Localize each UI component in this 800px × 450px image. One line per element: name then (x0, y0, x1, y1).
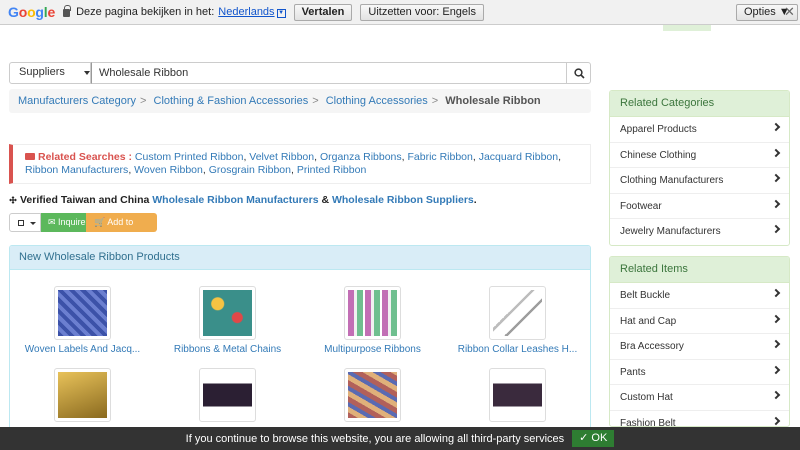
product-thumbnail[interactable] (199, 286, 256, 340)
language-select[interactable]: Nederlands (218, 6, 274, 18)
related-items-panel: Related Items Belt Buckle Hat and Cap Br… (609, 256, 790, 427)
chevron-right-icon (771, 148, 781, 157)
verified-suppliers-line: Verified Taiwan and China Wholesale Ribb… (9, 194, 477, 206)
chevron-right-icon (771, 365, 781, 374)
breadcrumb-current: Wholesale Ribbon (445, 95, 541, 107)
related-search-link[interactable]: Custom Printed Ribbon (135, 151, 244, 163)
product-thumbnail[interactable] (489, 368, 546, 422)
chevron-down-icon (84, 71, 90, 75)
search-input[interactable] (91, 62, 567, 84)
product-name[interactable]: Ribbons & Metal Chains (155, 344, 300, 355)
select-all-dropdown[interactable] (9, 213, 41, 232)
cookie-ok-button[interactable]: ✓ OK (572, 430, 615, 447)
sidebar-item-jewelry-manufacturers[interactable]: Jewelry Manufacturers (610, 219, 789, 245)
product-name[interactable]: Woven Labels And Jacq... (10, 344, 155, 355)
related-categories-panel: Related Categories Apparel Products Chin… (609, 90, 790, 246)
translate-bar: Google Deze pagina bekijken in het: Nede… (0, 0, 800, 25)
add-to-basket-button[interactable]: 🛒 Add to Basket (86, 213, 157, 246)
related-search-link[interactable]: Jacquard Ribbon (479, 151, 558, 163)
related-search-link[interactable]: Grosgrain Ribbon (209, 164, 291, 176)
product-name[interactable]: Multipurpose Ribbons (300, 344, 445, 355)
folder-open-icon (25, 153, 35, 160)
cookie-message: If you continue to browse this website, … (185, 432, 565, 445)
products-panel-title: New Wholesale Ribbon Products (10, 246, 590, 270)
chevron-right-icon (771, 122, 781, 132)
sidebar-item-clothing-manufacturers[interactable]: Clothing Manufacturers (610, 168, 789, 194)
breadcrumb-link[interactable]: Clothing & Fashion Accessories (154, 95, 309, 107)
search-icon (574, 68, 585, 79)
product-card[interactable] (10, 368, 155, 422)
related-search-link[interactable]: Ribbon Manufacturers (25, 164, 128, 176)
translate-button[interactable]: Vertalen (293, 3, 353, 21)
lock-icon (63, 5, 72, 17)
translate-prompt: Deze pagina bekijken in het: (76, 6, 215, 18)
product-thumbnail[interactable] (344, 368, 401, 422)
sidebar-item-footwear[interactable]: Footwear (610, 194, 789, 219)
suppliers-link[interactable]: Wholesale Ribbon Suppliers (332, 194, 474, 206)
related-search-link[interactable]: Woven Ribbon (134, 164, 203, 176)
breadcrumb-link[interactable]: Manufacturers Category (18, 95, 136, 107)
related-search-link[interactable]: Printed Ribbon (297, 164, 366, 176)
chevron-right-icon (771, 199, 781, 208)
breadcrumb-link[interactable]: Clothing Accessories (326, 95, 428, 107)
sidebar-item-bra-accessory[interactable]: Bra Accessory (610, 334, 789, 360)
chevron-right-icon (771, 339, 781, 349)
nav-accent (663, 25, 711, 31)
inquire-button[interactable]: ✉ Inquire (41, 213, 86, 232)
sidebar-item-belt-buckle[interactable]: Belt Buckle (610, 283, 789, 309)
chevron-right-icon (771, 288, 781, 298)
related-items-title: Related Items (610, 257, 789, 283)
chevron-right-icon (771, 173, 781, 183)
breadcrumb: Manufacturers Category > Clothing & Fashi… (9, 89, 591, 113)
google-logo: Google (8, 4, 56, 20)
product-thumbnail[interactable] (54, 286, 111, 340)
product-thumbnail[interactable] (489, 286, 546, 340)
product-card[interactable] (445, 368, 590, 422)
chevron-down-icon[interactable]: ▼ (276, 8, 286, 18)
close-icon[interactable]: ✕ (784, 4, 795, 20)
sidebar-item-pants[interactable]: Pants (610, 360, 789, 385)
sidebar-item-custom-hat[interactable]: Custom Hat (610, 385, 789, 411)
related-search-link[interactable]: Velvet Ribbon (249, 151, 314, 163)
product-thumbnail[interactable] (344, 286, 401, 340)
related-search-link[interactable]: Organza Ribbons (320, 151, 402, 163)
cookie-consent-bar: If you continue to browse this website, … (0, 427, 800, 450)
chevron-right-icon (771, 390, 781, 400)
turn-off-translate-button[interactable]: Uitzetten voor: Engels (360, 3, 484, 21)
search-type-select[interactable]: Suppliers (9, 62, 91, 84)
chevron-right-icon (771, 224, 781, 234)
product-card[interactable] (155, 368, 300, 422)
checkbox-icon (18, 220, 24, 226)
product-card[interactable]: Ribbon Collar Leashes H... (445, 286, 590, 355)
sidebar-item-hat-and-cap[interactable]: Hat and Cap (610, 309, 789, 334)
sidebar-item-fashion-belt[interactable]: Fashion Belt (610, 411, 789, 426)
chevron-right-icon (771, 416, 781, 425)
move-icon (9, 196, 17, 204)
manufacturers-link[interactable]: Wholesale Ribbon Manufacturers (152, 194, 318, 206)
product-card[interactable]: Ribbons & Metal Chains (155, 286, 300, 355)
product-thumbnail[interactable] (54, 368, 111, 422)
sidebar-item-apparel-products[interactable]: Apparel Products (610, 117, 789, 143)
related-searches: Related Searches : Custom Printed Ribbon… (9, 144, 591, 184)
products-panel: New Wholesale Ribbon Products Woven Labe… (9, 245, 591, 435)
search-button[interactable] (566, 62, 591, 84)
related-categories-title: Related Categories (610, 91, 789, 117)
related-searches-label: Related Searches : (38, 151, 132, 163)
product-thumbnail[interactable] (199, 368, 256, 422)
sidebar-item-chinese-clothing[interactable]: Chinese Clothing (610, 143, 789, 168)
product-card[interactable]: Woven Labels And Jacq... (10, 286, 155, 355)
chevron-down-icon (30, 222, 36, 225)
product-name[interactable]: Ribbon Collar Leashes H... (445, 344, 590, 355)
related-search-link[interactable]: Fabric Ribbon (408, 151, 473, 163)
product-card[interactable]: Multipurpose Ribbons (300, 286, 445, 355)
chevron-right-icon (771, 314, 781, 323)
product-card[interactable] (300, 368, 445, 422)
